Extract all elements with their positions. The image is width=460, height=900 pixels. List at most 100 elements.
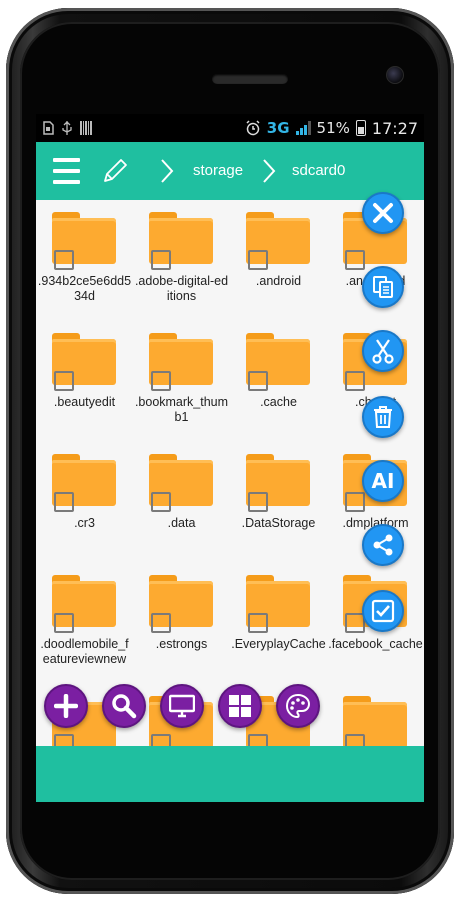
search-icon <box>112 694 137 719</box>
bottom-bar <box>36 746 424 802</box>
select-checkbox[interactable] <box>54 613 74 633</box>
search-button[interactable] <box>102 684 146 728</box>
delete-button[interactable] <box>362 396 404 438</box>
front-camera-icon <box>386 66 404 84</box>
select-checkbox[interactable] <box>345 492 365 512</box>
select-checkbox[interactable] <box>54 734 74 746</box>
folder-name: .android <box>255 274 302 288</box>
folder-item[interactable]: .bookmark_thumb1 <box>133 321 230 442</box>
select-checkbox[interactable] <box>345 371 365 391</box>
folder-icon <box>52 454 116 512</box>
folder-item[interactable]: .android <box>230 200 327 321</box>
delete-icon <box>374 406 392 428</box>
palette-icon <box>285 693 311 719</box>
alarm-icon <box>246 120 260 136</box>
folder-name: .data <box>167 516 196 530</box>
usb-icon <box>62 121 72 135</box>
sim-icon <box>43 121 54 135</box>
folder-name: .doodlemobile_featureviewnew <box>40 637 129 666</box>
folder-icon <box>246 575 310 633</box>
folder-item[interactable]: .estrongs <box>133 563 230 684</box>
clock: 17:27 <box>371 118 418 138</box>
folder-item[interactable]: .DataStorage <box>230 442 327 563</box>
folder-icon <box>246 333 310 391</box>
folder-name: .adobe-digital-editions <box>134 274 229 303</box>
select-checkbox[interactable] <box>345 734 365 746</box>
folder-item[interactable]: .934b2ce5e6dd534d <box>36 200 133 321</box>
share-button[interactable] <box>362 524 404 566</box>
copy-button[interactable] <box>362 266 404 308</box>
select-checkbox[interactable] <box>151 492 171 512</box>
battery-icon <box>355 120 366 136</box>
earpiece-speaker <box>212 74 288 84</box>
breadcrumb-sdcard0[interactable]: sdcard0 <box>292 162 345 179</box>
monitor-button[interactable] <box>160 684 204 728</box>
select-checkbox[interactable] <box>248 734 268 746</box>
folder-item[interactable] <box>327 684 424 746</box>
chevron-right-icon <box>161 159 174 183</box>
pencil-icon[interactable] <box>100 156 130 186</box>
monitor-icon <box>169 694 195 718</box>
folder-icon <box>149 333 213 391</box>
folder-icon <box>149 212 213 270</box>
folder-name: .bookmark_thumb1 <box>134 395 229 424</box>
select-checkbox[interactable] <box>151 613 171 633</box>
folder-name: .facebook_cache <box>328 637 423 651</box>
folder-icon <box>343 696 407 746</box>
hamburger-icon[interactable] <box>53 158 80 184</box>
folder-icon <box>52 212 116 270</box>
folder-name: .estrongs <box>155 637 208 651</box>
theme-button[interactable] <box>276 684 320 728</box>
select-checkbox[interactable] <box>151 734 171 746</box>
folder-item[interactable]: .beautyedit <box>36 321 133 442</box>
folder-name: .EveryplayCache <box>231 637 326 651</box>
grid-view-button[interactable] <box>218 684 262 728</box>
folder-item[interactable]: .adobe-digital-editions <box>133 200 230 321</box>
rename-button[interactable]: AI <box>362 460 404 502</box>
select-checkbox[interactable] <box>151 371 171 391</box>
select-checkbox[interactable] <box>248 613 268 633</box>
folder-item[interactable]: .EveryplayCache <box>230 563 327 684</box>
close-button[interactable] <box>362 192 404 234</box>
screen: 3G 51% 17:27 storage sdcard0 .934b2ce5e6… <box>36 114 424 802</box>
folder-icon <box>246 212 310 270</box>
select-checkbox[interactable] <box>54 492 74 512</box>
rename-icon: AI <box>371 469 395 493</box>
grid-view-icon <box>229 695 251 717</box>
cut-icon <box>372 339 394 364</box>
select-checkbox[interactable] <box>54 371 74 391</box>
select-checkbox[interactable] <box>54 250 74 270</box>
close-icon <box>373 203 393 223</box>
folder-icon <box>52 575 116 633</box>
folder-icon <box>149 575 213 633</box>
chevron-right-icon <box>263 159 276 183</box>
select-checkbox[interactable] <box>345 250 365 270</box>
folder-item[interactable]: .cache <box>230 321 327 442</box>
folder-name: .DataStorage <box>241 516 316 530</box>
folder-icon <box>52 333 116 391</box>
battery-percent: 51% <box>316 119 350 137</box>
folder-icon <box>246 454 310 512</box>
select-all-button[interactable] <box>362 590 404 632</box>
copy-icon <box>373 276 393 298</box>
select-checkbox[interactable] <box>248 371 268 391</box>
folder-name: .cache <box>260 395 297 409</box>
folder-item[interactable]: .data <box>133 442 230 563</box>
folder-name: .beautyedit <box>53 395 116 409</box>
add-button[interactable] <box>44 684 88 728</box>
signal-icon <box>295 121 311 135</box>
cut-button[interactable] <box>362 330 404 372</box>
select-checkbox[interactable] <box>248 492 268 512</box>
folder-name: .934b2ce5e6dd534d <box>37 274 132 303</box>
folder-item[interactable]: .doodlemobile_featureviewnew <box>36 563 133 684</box>
add-icon <box>54 694 78 718</box>
status-bar: 3G 51% 17:27 <box>36 114 424 142</box>
toolbar: storage sdcard0 <box>36 142 424 200</box>
network-type: 3G <box>266 119 290 137</box>
share-icon <box>373 534 393 556</box>
breadcrumb-storage[interactable]: storage <box>193 162 243 179</box>
select-checkbox[interactable] <box>248 250 268 270</box>
folder-icon <box>149 454 213 512</box>
folder-item[interactable]: .cr3 <box>36 442 133 563</box>
select-checkbox[interactable] <box>151 250 171 270</box>
